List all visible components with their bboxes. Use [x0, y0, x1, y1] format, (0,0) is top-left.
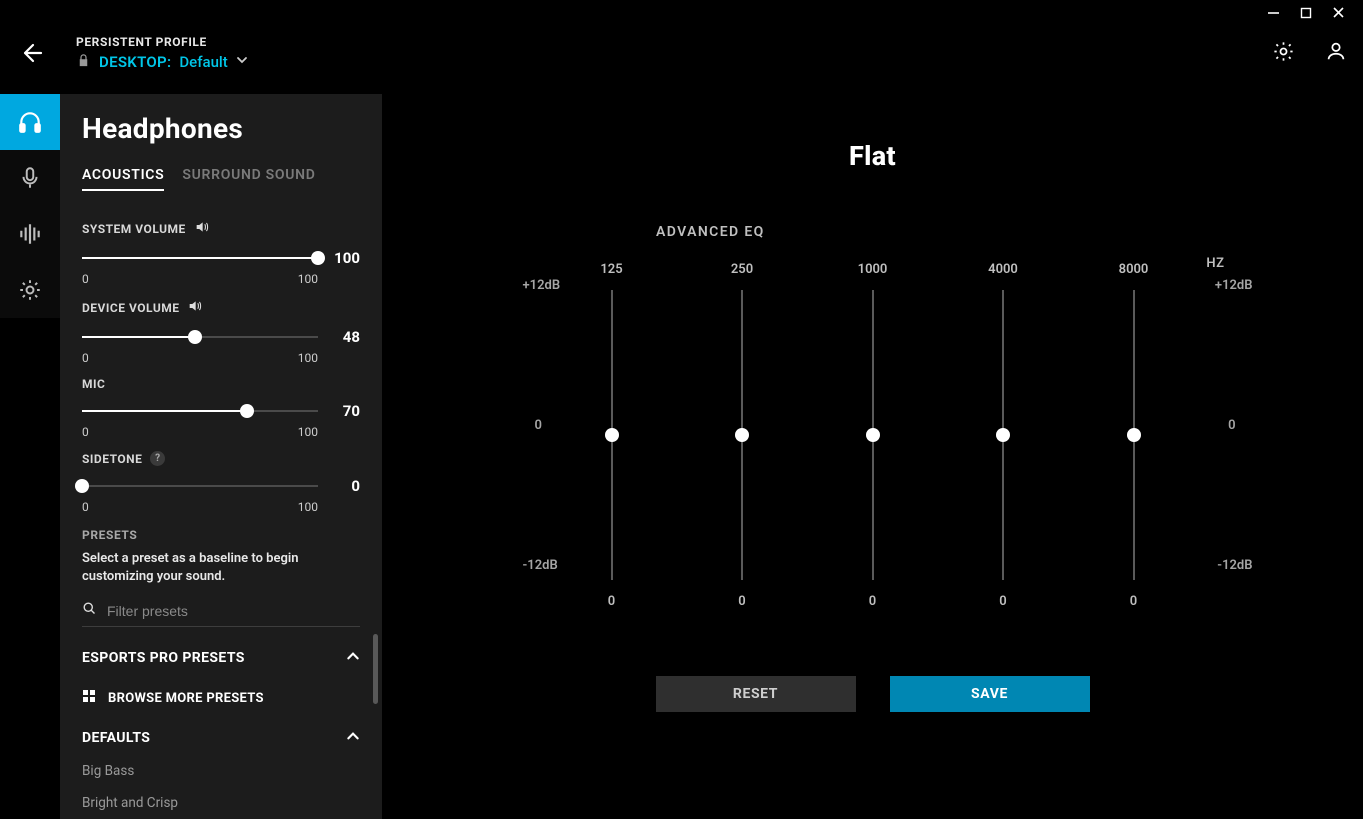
- esports-presets-section[interactable]: ESPORTS PRO PRESETS: [82, 649, 360, 667]
- help-icon[interactable]: ?: [150, 451, 165, 466]
- eq-band-value: 0: [999, 594, 1006, 609]
- rail-equalizer[interactable]: [0, 206, 60, 262]
- eq-freq-label: 125: [600, 262, 622, 284]
- device_volume-value: 48: [330, 328, 360, 346]
- nav-rail: [0, 94, 60, 318]
- eq-band-value: 0: [869, 594, 876, 609]
- defaults-presets-label: DEFAULTS: [82, 730, 150, 746]
- db-label-zero-left: 0: [535, 418, 542, 433]
- presets-heading: PRESETS: [82, 528, 360, 542]
- eq-band-1000[interactable]: [872, 290, 874, 580]
- eq-band-125[interactable]: [611, 290, 613, 580]
- sidetone-value: 0: [330, 477, 360, 495]
- back-button[interactable]: [16, 41, 46, 65]
- eq-grid: +12dB 0 -12dB +12dB 0 -12dB HZ 125025001…: [563, 262, 1183, 622]
- account-button[interactable]: [1325, 40, 1347, 66]
- panel-scrollbar[interactable]: [373, 634, 378, 704]
- device_volume-slider[interactable]: [82, 325, 318, 349]
- db-label-top-right: +12dB: [1215, 278, 1253, 293]
- preset-search-input[interactable]: [107, 603, 360, 619]
- eq-band-value: 0: [738, 594, 745, 609]
- tab-acoustics[interactable]: ACOUSTICS: [82, 167, 164, 191]
- chevron-up-icon: [346, 729, 360, 747]
- speaker-icon: [187, 298, 203, 317]
- hz-label: HZ: [1206, 256, 1224, 271]
- reset-button[interactable]: RESET: [656, 676, 856, 712]
- browse-more-label: BROWSE MORE PRESETS: [108, 691, 264, 706]
- mic-value: 70: [330, 402, 360, 420]
- eq-freq-label: 8000: [1119, 262, 1149, 284]
- search-icon: [82, 601, 97, 620]
- save-button[interactable]: SAVE: [890, 676, 1090, 712]
- eq-freq-label: 250: [731, 262, 753, 284]
- esports-presets-label: ESPORTS PRO PRESETS: [82, 650, 245, 666]
- browse-more-presets[interactable]: BROWSE MORE PRESETS: [82, 689, 360, 707]
- system_volume-label: SYSTEM VOLUME: [82, 219, 360, 238]
- profile-source: DESKTOP:: [99, 53, 171, 71]
- eq-freq-label: 1000: [858, 262, 888, 284]
- system_volume-slider[interactable]: [82, 246, 318, 270]
- defaults-presets-section[interactable]: DEFAULTS: [82, 729, 360, 747]
- profile-heading: PERSISTENT PROFILE: [76, 35, 248, 49]
- window-minimize-button[interactable]: [1267, 6, 1280, 19]
- preset-item[interactable]: Bright and Crisp: [82, 795, 360, 811]
- eq-band-8000[interactable]: [1133, 290, 1135, 580]
- eq-subtitle: ADVANCED EQ: [656, 224, 1363, 240]
- rail-lighting[interactable]: [0, 262, 60, 318]
- chevron-up-icon: [346, 649, 360, 667]
- sidetone-slider[interactable]: [82, 474, 318, 498]
- lock-icon: [76, 53, 91, 72]
- eq-band-4000[interactable]: [1002, 290, 1004, 580]
- mic-slider[interactable]: [82, 399, 318, 423]
- eq-preset-name: Flat: [382, 140, 1363, 172]
- system_volume-value: 100: [330, 249, 360, 267]
- eq-band-value: 0: [1130, 594, 1137, 609]
- preset-item[interactable]: Big Bass: [82, 763, 360, 779]
- chevron-down-icon: [236, 54, 248, 70]
- window-maximize-button[interactable]: [1300, 7, 1312, 19]
- side-panel: Headphones ACOUSTICS SURROUND SOUND SYSTE…: [60, 94, 382, 819]
- db-label-bottom-right: -12dB: [1217, 558, 1252, 573]
- db-label-top-left: +12dB: [523, 278, 561, 293]
- grid-icon: [82, 689, 96, 707]
- db-label-zero-right: 0: [1228, 418, 1235, 433]
- settings-button[interactable]: [1272, 40, 1295, 67]
- profile-name: Default: [179, 53, 227, 71]
- window-close-button[interactable]: [1332, 6, 1345, 19]
- db-label-bottom-left: -12dB: [523, 558, 558, 573]
- eq-freq-label: 4000: [988, 262, 1018, 284]
- rail-microphone[interactable]: [0, 150, 60, 206]
- eq-band-value: 0: [608, 594, 615, 609]
- mic-label: MIC: [82, 377, 360, 391]
- profile-selector[interactable]: DESKTOP: Default: [76, 53, 248, 72]
- device_volume-label: DEVICE VOLUME: [82, 298, 360, 317]
- sidetone-label: SIDETONE?: [82, 451, 360, 466]
- speaker-icon: [194, 219, 210, 238]
- rail-headphones[interactable]: [0, 94, 60, 150]
- eq-band-250[interactable]: [741, 290, 743, 580]
- panel-title: Headphones: [82, 112, 360, 145]
- presets-description: Select a preset as a baseline to begin c…: [82, 550, 360, 585]
- tab-surround-sound[interactable]: SURROUND SOUND: [182, 167, 315, 191]
